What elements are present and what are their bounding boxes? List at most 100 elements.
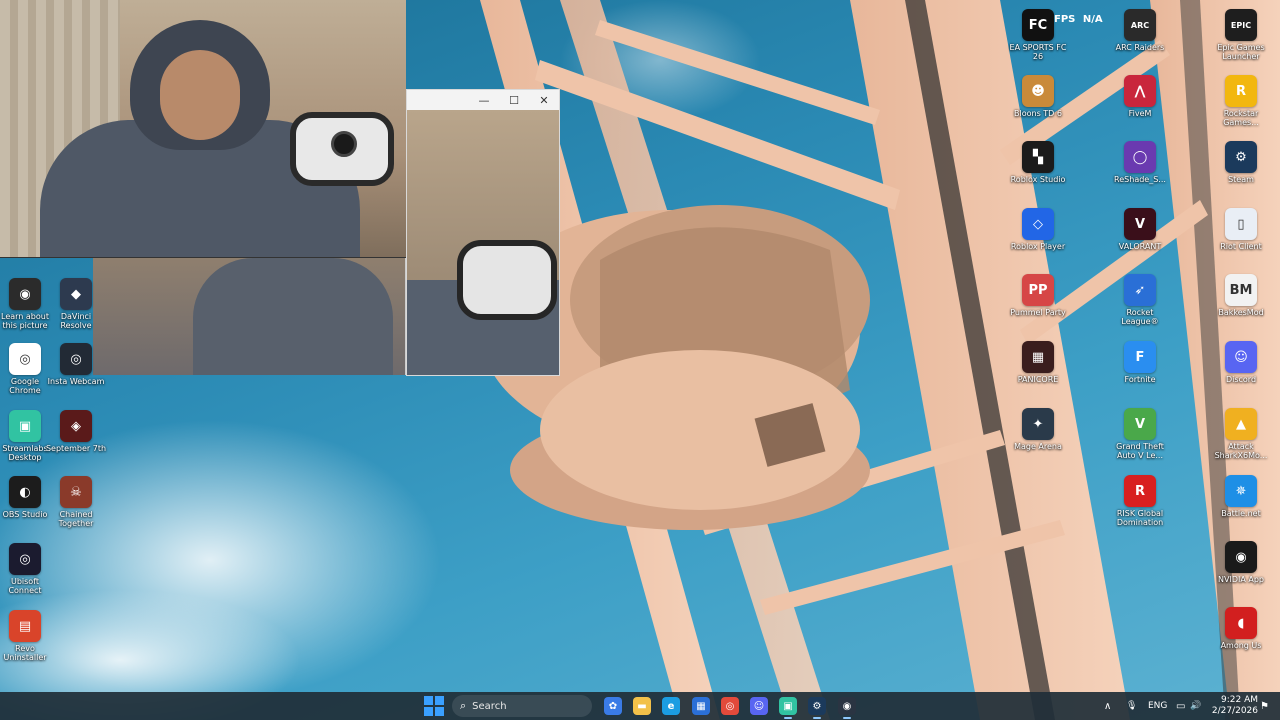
desktop-icon-label: Among Us <box>1220 641 1262 650</box>
gta-icon: V <box>1124 408 1156 440</box>
edge-taskbar-button[interactable]: e <box>662 697 680 715</box>
discord-taskbar-button[interactable]: ☺ <box>750 697 768 715</box>
among-us-icon: ◖ <box>1225 607 1257 639</box>
webcam-icon: ◎ <box>60 343 92 375</box>
start-button[interactable] <box>424 696 444 716</box>
mage-arena-icon: ✦ <box>1022 408 1054 440</box>
microsoft-store-taskbar-button[interactable]: ▦ <box>692 697 710 715</box>
window-titlebar[interactable]: — ☐ ✕ <box>407 90 559 110</box>
riot-icon: ▯ <box>1225 208 1257 240</box>
taskbar-clock[interactable]: 9:22 AM 2/27/2026 <box>1206 695 1258 717</box>
steam-taskbar-button[interactable]: ⚙ <box>808 697 826 719</box>
risk-icon: R <box>1124 475 1156 507</box>
epic-games-launcher-shortcut[interactable]: EPIC Epic Games Launcher <box>1210 9 1272 61</box>
ubisoft-connect-shortcut[interactable]: ◎ Ubisoft Connect <box>0 543 56 595</box>
valorant-shortcut[interactable]: V VALORANT <box>1109 208 1171 251</box>
desktop-icon-label: Discord <box>1225 375 1257 384</box>
chained-together-shortcut[interactable]: ☠ Chained Together <box>45 476 107 528</box>
mage-arena-shortcut[interactable]: ✦ Mage Arena <box>1007 408 1069 451</box>
webcam-icon: ◉ <box>842 700 852 712</box>
microphone-icon: 🎙 <box>1126 701 1138 711</box>
streamlabs-icon: ▣ <box>783 700 793 712</box>
language-indicator: ENG <box>1148 701 1168 711</box>
riot-client-shortcut[interactable]: ▯ Riot Client <box>1210 208 1272 251</box>
desktop-icon-label: EA SPORTS FC 26 <box>1009 43 1067 61</box>
game-icon: ☠ <box>60 476 92 508</box>
rockstar-games-launcher-shortcut[interactable]: R Rockstar Games... <box>1210 75 1272 127</box>
desktop-icon-label: Steam <box>1228 175 1254 184</box>
nvidia-app-shortcut[interactable]: ◉ NVIDIA App <box>1210 541 1272 584</box>
store-icon: ▦ <box>696 700 706 712</box>
bakkesmod-shortcut[interactable]: BM BakkesMod <box>1210 274 1272 317</box>
streamlabs-taskbar-button[interactable]: ▣ <box>779 697 797 719</box>
steam-shortcut[interactable]: ⚙ Steam <box>1210 141 1272 184</box>
file-explorer-taskbar-button[interactable]: ▬ <box>633 697 651 715</box>
maximize-button[interactable]: ☐ <box>499 90 529 110</box>
among-us-shortcut[interactable]: ◖ Among Us <box>1210 607 1272 650</box>
epic-games-icon: EPIC <box>1225 9 1257 41</box>
desktop-icon-label: Bloons TD 6 <box>1014 109 1062 118</box>
minimize-button[interactable]: — <box>469 90 499 110</box>
rockstar-icon: R <box>1225 75 1257 107</box>
chrome-taskbar-button[interactable]: ◎ <box>721 697 739 715</box>
desktop-icon-label: September 7th <box>45 444 107 453</box>
tray-chevron[interactable]: ∧ <box>1104 692 1111 720</box>
bloons-td-6-shortcut[interactable]: ☻ Bloons TD 6 <box>1007 75 1069 118</box>
desktop-icon-label: ReShade_S... <box>1114 175 1166 184</box>
insta-webcam-shortcut[interactable]: ◎ Insta Webcam <box>45 343 107 386</box>
desktop-icon-label: Rockstar Games... <box>1223 109 1259 127</box>
tray-volume[interactable]: 🔊 <box>1190 692 1201 720</box>
chevron-up-icon: ∧ <box>1104 700 1112 712</box>
search-icon: ⌕ <box>460 699 467 712</box>
fivem-shortcut[interactable]: ⋀ FiveM <box>1109 75 1171 118</box>
fortnite-shortcut[interactable]: F Fortnite <box>1109 341 1171 384</box>
tray-mic[interactable]: 🎙 <box>1126 692 1137 720</box>
arc-raiders-shortcut[interactable]: ARC ARC Raiders <box>1109 9 1171 52</box>
tray-notifications[interactable]: ⚑ <box>1260 692 1269 720</box>
revo-uninstaller-shortcut[interactable]: ▤ Revo Uninstaller <box>0 610 56 662</box>
fps-value: N/A <box>1082 14 1103 25</box>
copilot-icon: ✿ <box>608 700 618 712</box>
taskbar: ⌕ Search ✿ ▬ e ◎ ▦ ☺ ▣ ⚙ ◉ ∧ 🎙 ENG ▭ 🔊 9:22 AM 2… <box>0 692 1280 720</box>
close-button[interactable]: ✕ <box>529 90 559 110</box>
attack-shark-shortcut[interactable]: ▲ Attack SharkX6Mo... <box>1210 408 1272 460</box>
desktop-icon-label: Mage Arena <box>1014 442 1062 451</box>
tray-network[interactable]: ▭ <box>1176 692 1185 720</box>
tray-language[interactable]: ENG <box>1148 692 1167 720</box>
battle-net-icon: ✵ <box>1225 475 1257 507</box>
risk-shortcut[interactable]: R RISK Global Domination <box>1109 475 1171 527</box>
fivem-icon: ⋀ <box>1124 75 1156 107</box>
obs-icon: ◐ <box>9 476 41 508</box>
camera-feed <box>407 110 559 375</box>
search-placeholder: Search <box>472 700 507 712</box>
roblox-icon: ◇ <box>1022 208 1054 240</box>
davinci-resolve-shortcut[interactable]: ◆ DaVinci Resolve <box>45 278 107 330</box>
battle-net-shortcut[interactable]: ✵ Battle.net <box>1210 475 1272 518</box>
copilot-taskbar-button[interactable]: ✿ <box>604 697 622 715</box>
fortnite-icon: F <box>1124 341 1156 373</box>
roblox-studio-shortcut[interactable]: ▚ Roblox Studio <box>1007 141 1069 184</box>
chrome-icon: ◎ <box>9 343 41 375</box>
uninstaller-icon: ▤ <box>9 610 41 642</box>
webcam-subject-hoodie <box>193 258 393 375</box>
webcam-taskbar-button[interactable]: ◉ <box>838 697 856 719</box>
webcam-lens-icon <box>331 131 357 157</box>
taskbar-search-box[interactable]: ⌕ Search <box>452 695 592 717</box>
camera-app-window[interactable]: — ☐ ✕ <box>406 89 560 376</box>
panicore-shortcut[interactable]: ▦ PANICORE <box>1007 341 1069 384</box>
gta-v-shortcut[interactable]: V Grand Theft Auto V Le... <box>1109 408 1171 460</box>
ea-sports-fc-26-shortcut[interactable]: FC EA SPORTS FC 26 <box>1007 9 1069 61</box>
reshade-icon: ◯ <box>1124 141 1156 173</box>
desktop-icon-label: Fortnite <box>1124 375 1156 384</box>
desktop-icon-label: Rocket League® <box>1121 308 1159 326</box>
september-7th-shortcut[interactable]: ◈ September 7th <box>45 410 107 453</box>
desktop-icon-label: Attack SharkX6Mo... <box>1214 442 1268 460</box>
desktop-icon-label: Chained Together <box>58 510 94 528</box>
reshade-shortcut[interactable]: ◯ ReShade_S... <box>1109 141 1171 184</box>
rocket-league-shortcut[interactable]: ➶ Rocket League® <box>1109 274 1171 326</box>
arc-raiders-icon: ARC <box>1124 9 1156 41</box>
roblox-player-shortcut[interactable]: ◇ Roblox Player <box>1007 208 1069 251</box>
discord-shortcut[interactable]: ☺ Discord <box>1210 341 1272 384</box>
pummel-party-shortcut[interactable]: PP Pummel Party <box>1007 274 1069 317</box>
discord-icon: ☺ <box>753 700 765 712</box>
